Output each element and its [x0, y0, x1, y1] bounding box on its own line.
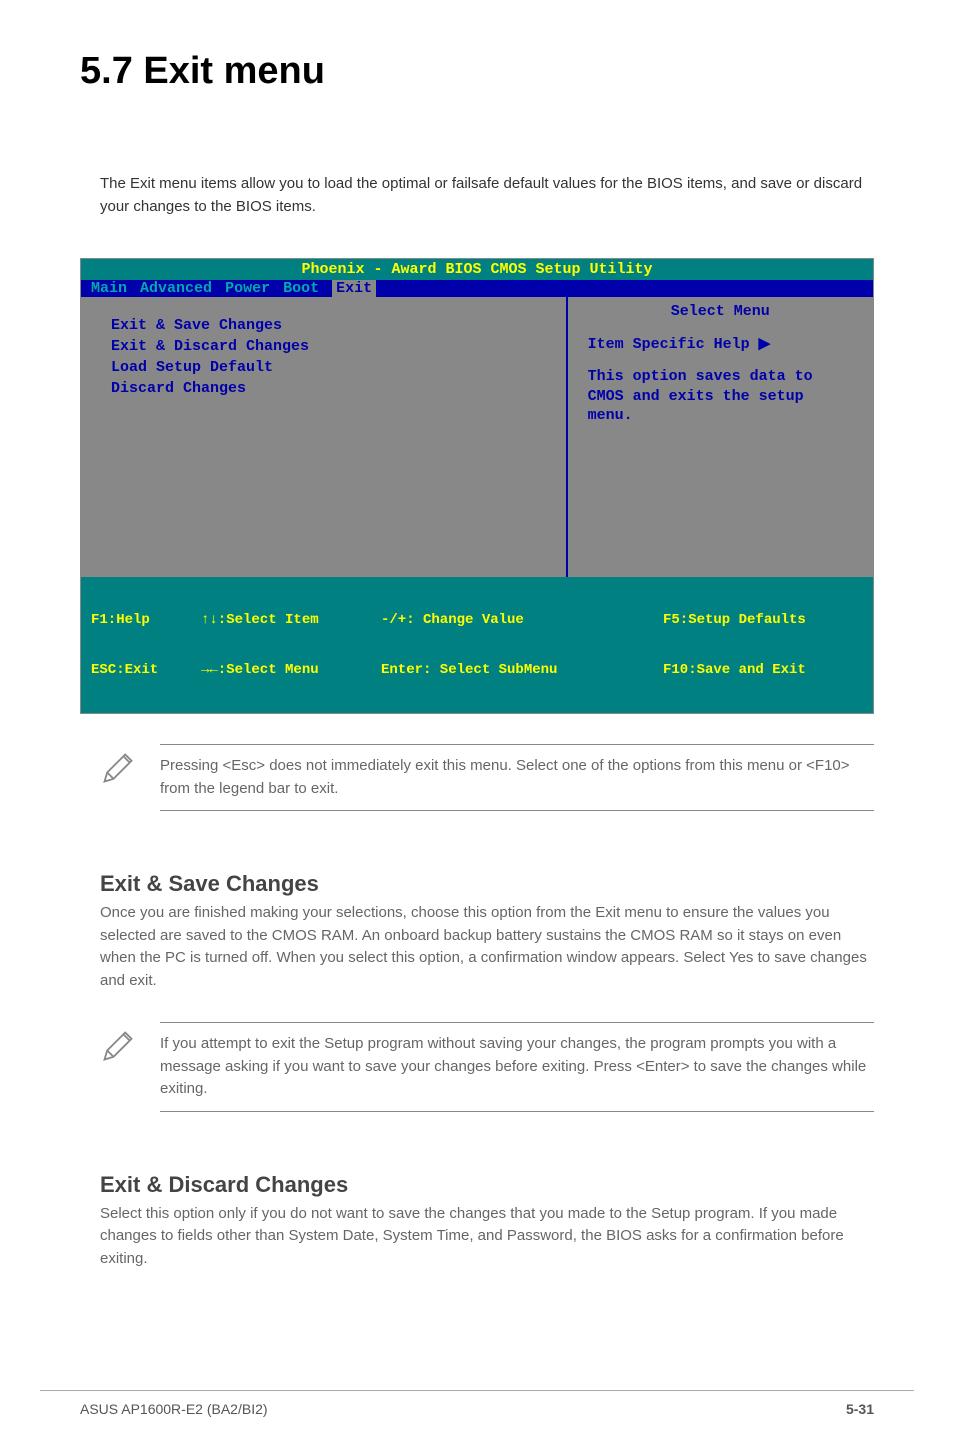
intro-text: The Exit menu items allow you to load th… [100, 173, 874, 218]
help-header: Select Menu [588, 297, 853, 334]
bios-window: Phoenix - Award BIOS CMOS Setup Utility … [80, 258, 874, 714]
note-block-1: Pressing <Esc> does not immediately exit… [100, 744, 874, 811]
help-description: This option saves data to CMOS and exits… [588, 367, 853, 426]
item-exit-save[interactable]: Exit & Save Changes [111, 317, 536, 334]
footer-select-item: ↑↓:Select Item [201, 612, 381, 629]
bios-items-panel: Exit & Save Changes Exit & Discard Chang… [81, 297, 568, 577]
menu-advanced[interactable]: Advanced [140, 280, 212, 297]
bios-title-bar: Phoenix - Award BIOS CMOS Setup Utility [81, 259, 873, 280]
section-heading-discard: Exit & Discard Changes [100, 1172, 874, 1198]
note-text-1: Pressing <Esc> does not immediately exit… [160, 744, 874, 811]
arrow-right-icon: ▶ [759, 334, 771, 353]
footer-f1: F1:Help [91, 612, 201, 629]
bios-help-panel: Select Menu Item Specific Help ▶ This op… [568, 297, 873, 577]
footer-f10: F10:Save and Exit [663, 662, 863, 679]
footer-left: ASUS AP1600R-E2 (BA2/BI2) [80, 1401, 268, 1417]
note-block-2: If you attempt to exit the Setup program… [100, 1022, 874, 1112]
note-text-2: If you attempt to exit the Setup program… [160, 1022, 874, 1112]
help-item-specific: Item Specific Help ▶ [588, 334, 853, 353]
bios-menu-bar[interactable]: Main Advanced Power Boot Exit [81, 280, 873, 297]
item-exit-discard[interactable]: Exit & Discard Changes [111, 338, 536, 355]
page-footer: ASUS AP1600R-E2 (BA2/BI2) 5-31 [40, 1390, 914, 1417]
menu-exit[interactable]: Exit [332, 280, 376, 297]
section-heading-save: Exit & Save Changes [100, 871, 874, 897]
footer-select-submenu: Enter: Select SubMenu [381, 662, 663, 679]
item-discard-changes[interactable]: Discard Changes [111, 380, 536, 397]
section-body-save: Once you are finished making your select… [100, 902, 874, 992]
footer-right: 5-31 [846, 1401, 874, 1417]
footer-change-value: -/+: Change Value [381, 612, 663, 629]
menu-power[interactable]: Power [225, 280, 270, 297]
pencil-icon [100, 1022, 160, 1069]
footer-esc: ESC:Exit [91, 662, 201, 679]
item-load-default[interactable]: Load Setup Default [111, 359, 536, 376]
footer-f5: F5:Setup Defaults [663, 612, 863, 629]
menu-main[interactable]: Main [91, 280, 127, 297]
bios-footer: F1:Help ESC:Exit ↑↓:Select Item →←:Selec… [81, 577, 873, 713]
section-body-discard: Select this option only if you do not wa… [100, 1203, 874, 1271]
footer-select-menu: →←:Select Menu [201, 662, 381, 679]
page-title: 5.7 Exit menu [80, 50, 914, 93]
menu-boot[interactable]: Boot [283, 280, 319, 297]
bios-body: Exit & Save Changes Exit & Discard Chang… [81, 297, 873, 577]
pencil-icon [100, 744, 160, 791]
